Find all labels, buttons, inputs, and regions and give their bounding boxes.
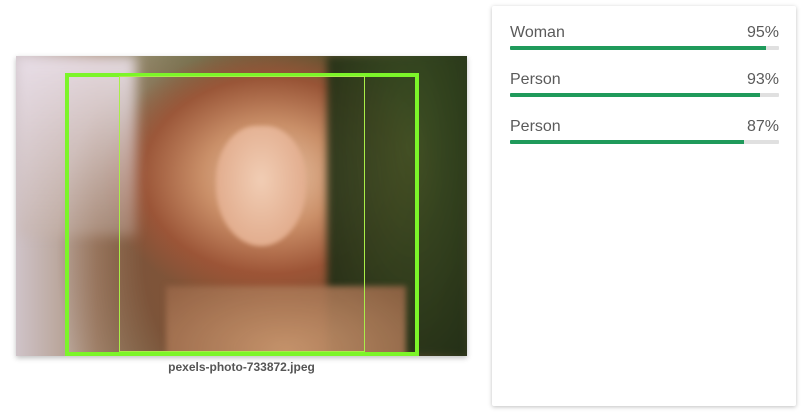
labels-card: Woman 95% Person 93% Person 87% xyxy=(492,6,796,406)
label-name: Person xyxy=(510,71,561,88)
label-percent: 95% xyxy=(746,24,779,41)
label-name: Woman xyxy=(510,24,565,41)
vision-results-view: pexels-photo-733872.jpeg Woman 95% Perso… xyxy=(0,0,810,417)
confidence-bar-track xyxy=(510,140,779,144)
analyzed-photo xyxy=(16,56,467,356)
confidence-bar-fill xyxy=(510,93,761,97)
label-percent: 93% xyxy=(746,71,779,88)
confidence-bar-track xyxy=(510,46,779,50)
label-name: Person xyxy=(510,118,561,135)
confidence-bar-fill xyxy=(510,46,766,50)
confidence-bar-fill xyxy=(510,140,745,144)
bounding-box-person[interactable] xyxy=(119,76,365,352)
label-percent: 87% xyxy=(746,118,779,135)
image-filename: pexels-photo-733872.jpeg xyxy=(168,360,315,374)
confidence-bar-track xyxy=(510,93,779,97)
